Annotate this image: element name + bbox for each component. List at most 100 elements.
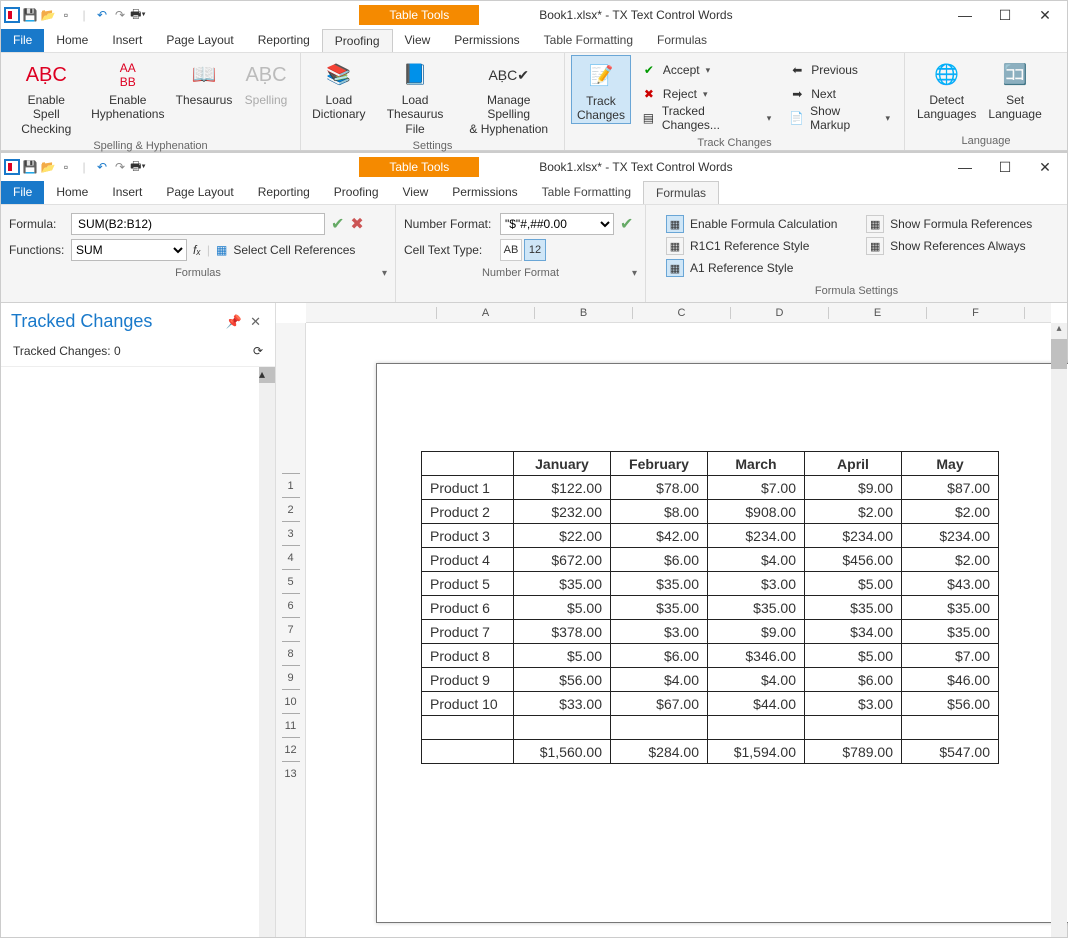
qat-print-icon[interactable]: 🖶▾: [129, 158, 147, 176]
table-cell[interactable]: $56.00: [514, 668, 611, 692]
table-cell[interactable]: $4.00: [611, 668, 708, 692]
column-header[interactable]: E: [828, 307, 926, 319]
table-cell[interactable]: $122.00: [514, 476, 611, 500]
column-header[interactable]: D: [730, 307, 828, 319]
close-button[interactable]: ✕: [1025, 2, 1065, 28]
qat-undo-icon[interactable]: ↶: [93, 158, 111, 176]
table-row[interactable]: Product 4$672.00$6.00$4.00$456.00$2.00: [422, 548, 999, 572]
table-cell[interactable]: $1,594.00: [708, 740, 805, 764]
row-header[interactable]: 1: [282, 473, 300, 497]
table-cell[interactable]: $1,560.00: [514, 740, 611, 764]
table-cell[interactable]: $456.00: [805, 548, 902, 572]
table-cell[interactable]: $35.00: [708, 596, 805, 620]
table-cell[interactable]: [708, 716, 805, 740]
row-header[interactable]: 13: [282, 761, 300, 785]
table-row[interactable]: Product 1$122.00$78.00$7.00$9.00$87.00: [422, 476, 999, 500]
table-cell[interactable]: $2.00: [805, 500, 902, 524]
table-header[interactable]: May: [902, 452, 999, 476]
data-table[interactable]: JanuaryFebruaryMarchAprilMayProduct 1$12…: [421, 451, 999, 764]
tab-reporting[interactable]: Reporting: [246, 181, 322, 204]
table-cell[interactable]: Product 3: [422, 524, 514, 548]
table-row[interactable]: Product 2$232.00$8.00$908.00$2.00$2.00: [422, 500, 999, 524]
vertical-scrollbar[interactable]: ▴: [1051, 323, 1067, 937]
a1-style[interactable]: ▦A1 Reference Style: [666, 259, 852, 277]
qat-undo-icon[interactable]: ↶: [93, 6, 111, 24]
table-cell[interactable]: Product 7: [422, 620, 514, 644]
numfmt-select[interactable]: "$"#,##0.00: [500, 213, 614, 235]
table-cell[interactable]: $789.00: [805, 740, 902, 764]
dialog-launcher-icon[interactable]: ▾: [382, 268, 387, 279]
table-cell[interactable]: $2.00: [902, 500, 999, 524]
qat-new-icon[interactable]: ▫: [57, 158, 75, 176]
scrollbar[interactable]: ▴: [259, 367, 275, 937]
table-cell[interactable]: $46.00: [902, 668, 999, 692]
scroll-up-icon[interactable]: ▴: [1051, 323, 1067, 339]
scrollbar-thumb[interactable]: [1051, 339, 1067, 369]
reject-button[interactable]: ✖Reject▾: [635, 83, 775, 105]
minimize-button[interactable]: —: [945, 2, 985, 28]
table-header[interactable]: April: [805, 452, 902, 476]
table-cell[interactable]: $35.00: [902, 620, 999, 644]
table-row[interactable]: [422, 716, 999, 740]
table-cell[interactable]: [805, 716, 902, 740]
load-dict-button[interactable]: 📚Load Dictionary: [307, 55, 371, 122]
tab-view[interactable]: View: [393, 29, 443, 52]
dialog-launcher-icon[interactable]: ▾: [632, 268, 637, 279]
table-cell[interactable]: $3.00: [805, 692, 902, 716]
table-row[interactable]: Product 9$56.00$4.00$4.00$6.00$46.00: [422, 668, 999, 692]
table-cell[interactable]: Product 5: [422, 572, 514, 596]
select-cell-references[interactable]: Select Cell References: [233, 243, 355, 257]
r1c1-style[interactable]: ▦R1C1 Reference Style: [666, 237, 852, 255]
manage-spelling-button[interactable]: AḄC✔Manage Spelling & Hyphenation: [459, 55, 558, 136]
qat-save-icon[interactable]: 💾: [21, 6, 39, 24]
table-cell[interactable]: $44.00: [708, 692, 805, 716]
tab-reporting[interactable]: Reporting: [246, 29, 322, 52]
table-cell[interactable]: $232.00: [514, 500, 611, 524]
table-row[interactable]: Product 3$22.00$42.00$234.00$234.00$234.…: [422, 524, 999, 548]
tab-home[interactable]: Home: [44, 181, 100, 204]
celltype-text-button[interactable]: AB: [500, 239, 522, 261]
tab-file[interactable]: File: [1, 181, 44, 204]
close-icon[interactable]: ✕: [246, 314, 265, 330]
table-cell[interactable]: $5.00: [514, 644, 611, 668]
fx-icon[interactable]: fₓ: [193, 243, 201, 257]
table-cell[interactable]: $78.00: [611, 476, 708, 500]
row-header[interactable]: 4: [282, 545, 300, 569]
table-cell[interactable]: $87.00: [902, 476, 999, 500]
table-cell[interactable]: $6.00: [805, 668, 902, 692]
row-header[interactable]: 10: [282, 689, 300, 713]
table-cell[interactable]: $5.00: [514, 596, 611, 620]
tab-home[interactable]: Home: [44, 29, 100, 52]
table-cell[interactable]: [611, 716, 708, 740]
table-cell[interactable]: $33.00: [514, 692, 611, 716]
row-header[interactable]: 9: [282, 665, 300, 689]
previous-button[interactable]: ⬅Previous: [783, 59, 894, 81]
table-cell[interactable]: $9.00: [708, 620, 805, 644]
table-cell[interactable]: $35.00: [611, 596, 708, 620]
accept-formula-icon[interactable]: ✔: [331, 214, 344, 234]
table-cell[interactable]: $9.00: [805, 476, 902, 500]
table-cell[interactable]: $4.00: [708, 668, 805, 692]
table-cell[interactable]: Product 1: [422, 476, 514, 500]
table-cell[interactable]: Product 6: [422, 596, 514, 620]
table-cell[interactable]: $5.00: [805, 572, 902, 596]
qat-open-icon[interactable]: 📂: [39, 158, 57, 176]
table-cell[interactable]: Product 4: [422, 548, 514, 572]
tab-insert[interactable]: Insert: [100, 29, 154, 52]
table-cell[interactable]: $3.00: [611, 620, 708, 644]
table-cell[interactable]: $5.00: [805, 644, 902, 668]
accept-button[interactable]: ✔Accept▾: [635, 59, 775, 81]
celltype-number-button[interactable]: 12: [524, 239, 546, 261]
table-cell[interactable]: [422, 740, 514, 764]
qat-open-icon[interactable]: 📂: [39, 6, 57, 24]
scrollbar-thumb[interactable]: ▴: [259, 367, 275, 383]
qat-new-icon[interactable]: ▫: [57, 6, 75, 24]
enable-hyphen-button[interactable]: AA BBEnable Hyphenations: [86, 55, 170, 122]
table-cell[interactable]: $346.00: [708, 644, 805, 668]
functions-select[interactable]: SUM: [71, 239, 187, 261]
table-cell[interactable]: $7.00: [708, 476, 805, 500]
tab-insert[interactable]: Insert: [100, 181, 154, 204]
maximize-button[interactable]: ☐: [985, 154, 1025, 180]
table-cell[interactable]: $43.00: [902, 572, 999, 596]
enable-formula-calc[interactable]: ▦Enable Formula Calculation: [666, 215, 852, 233]
